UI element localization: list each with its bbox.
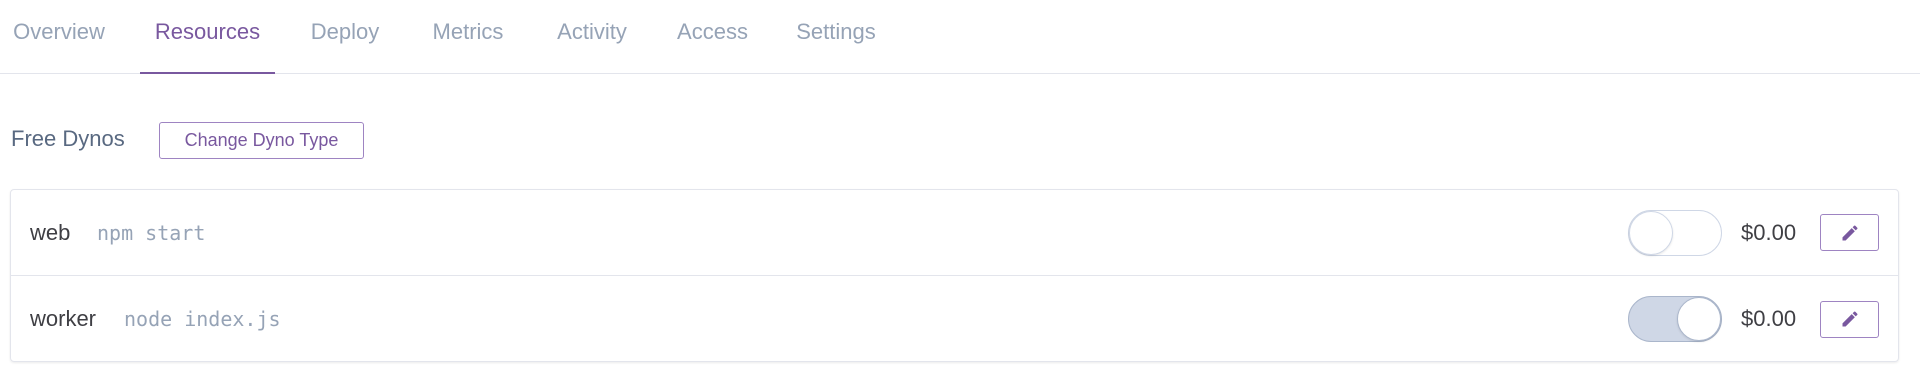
- tab-access[interactable]: Access: [665, 0, 760, 74]
- dyno-command: npm start: [97, 220, 206, 245]
- pencil-icon: [1842, 224, 1858, 240]
- edit-dyno-button[interactable]: [1820, 214, 1879, 251]
- dyno-name: worker: [30, 306, 97, 331]
- tab-metrics[interactable]: Metrics: [418, 0, 518, 74]
- change-dyno-type-button[interactable]: Change Dyno Type: [159, 122, 364, 159]
- toggle-knob: [1629, 210, 1673, 255]
- tab-activity[interactable]: Activity: [541, 0, 643, 74]
- dyno-toggle-web[interactable]: [1628, 209, 1722, 256]
- resource-tabs: Overview Resources Deploy Metrics Activi…: [0, 0, 1920, 74]
- dyno-row-web: web npm start $0.00: [11, 190, 1898, 276]
- section-title: Free Dynos: [11, 126, 125, 151]
- dyno-price: $0.00: [1741, 219, 1797, 245]
- tab-overview[interactable]: Overview: [0, 0, 118, 74]
- dyno-name: web: [30, 219, 71, 245]
- tab-deploy[interactable]: Deploy: [295, 0, 395, 74]
- tab-resources[interactable]: Resources: [140, 0, 275, 74]
- active-tab-underline: [140, 72, 275, 74]
- dyno-row-worker: worker node index.js $0.00: [11, 276, 1898, 362]
- toggle-knob: [1677, 297, 1721, 341]
- dyno-toggle-worker[interactable]: [1628, 296, 1722, 342]
- dyno-price: $0.00: [1741, 306, 1797, 331]
- dyno-command: node index.js: [124, 307, 281, 331]
- pencil-icon: [1842, 311, 1858, 327]
- edit-dyno-button[interactable]: [1820, 300, 1879, 338]
- tab-settings[interactable]: Settings: [783, 0, 889, 74]
- dyno-list: web npm start $0.00 worker node index.js…: [10, 189, 1899, 362]
